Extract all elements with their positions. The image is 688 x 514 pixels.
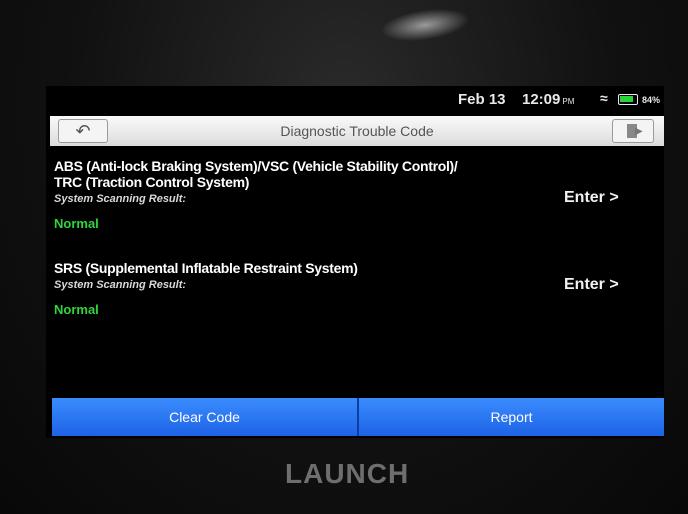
scan-result-value: Normal (54, 302, 99, 317)
battery-percentage: 84% (642, 95, 661, 105)
enter-button-srs[interactable]: Enter > (564, 276, 619, 294)
status-time-value: 12:09 (522, 91, 561, 108)
status-bar: Feb 13 12:09 PM ≈ 84% (46, 86, 664, 114)
system-name-line: ABS (Anti-lock Braking System)/VSC (Vehi… (54, 158, 458, 174)
page-title: Diagnostic Trouble Code (280, 123, 434, 139)
bottom-action-bar: Clear Code Report (52, 398, 664, 436)
system-name-line: TRC (Traction Control System) (54, 174, 250, 190)
device-screen: Feb 13 12:09 PM ≈ 84% ↶ Diagnostic Troubl… (46, 86, 664, 438)
battery-level (620, 96, 633, 102)
brand-logo: LAUNCH (285, 458, 410, 489)
chevron-right-icon: > (604, 189, 619, 206)
wifi-icon: ≈ (600, 90, 608, 106)
report-button[interactable]: Report (359, 398, 664, 436)
system-name-line: SRS (Supplemental Inflatable Restraint S… (54, 260, 358, 276)
battery-icon (618, 94, 638, 105)
chevron-right-icon: > (604, 276, 619, 293)
enter-label: Enter (564, 276, 605, 293)
enter-button-abs[interactable]: Enter > (564, 189, 619, 207)
enter-label: Enter (564, 189, 605, 206)
status-date: Feb 13 (458, 91, 506, 108)
clear-code-button[interactable]: Clear Code (52, 398, 357, 436)
exit-arrow-icon: ▶ (635, 126, 643, 137)
exit-button[interactable]: ▶ (612, 119, 654, 143)
status-ampm: PM (562, 97, 575, 106)
scan-result-value: Normal (54, 216, 99, 231)
status-time: 12:09 PM (522, 91, 574, 108)
title-bar: ↶ Diagnostic Trouble Code ▶ (50, 116, 664, 146)
